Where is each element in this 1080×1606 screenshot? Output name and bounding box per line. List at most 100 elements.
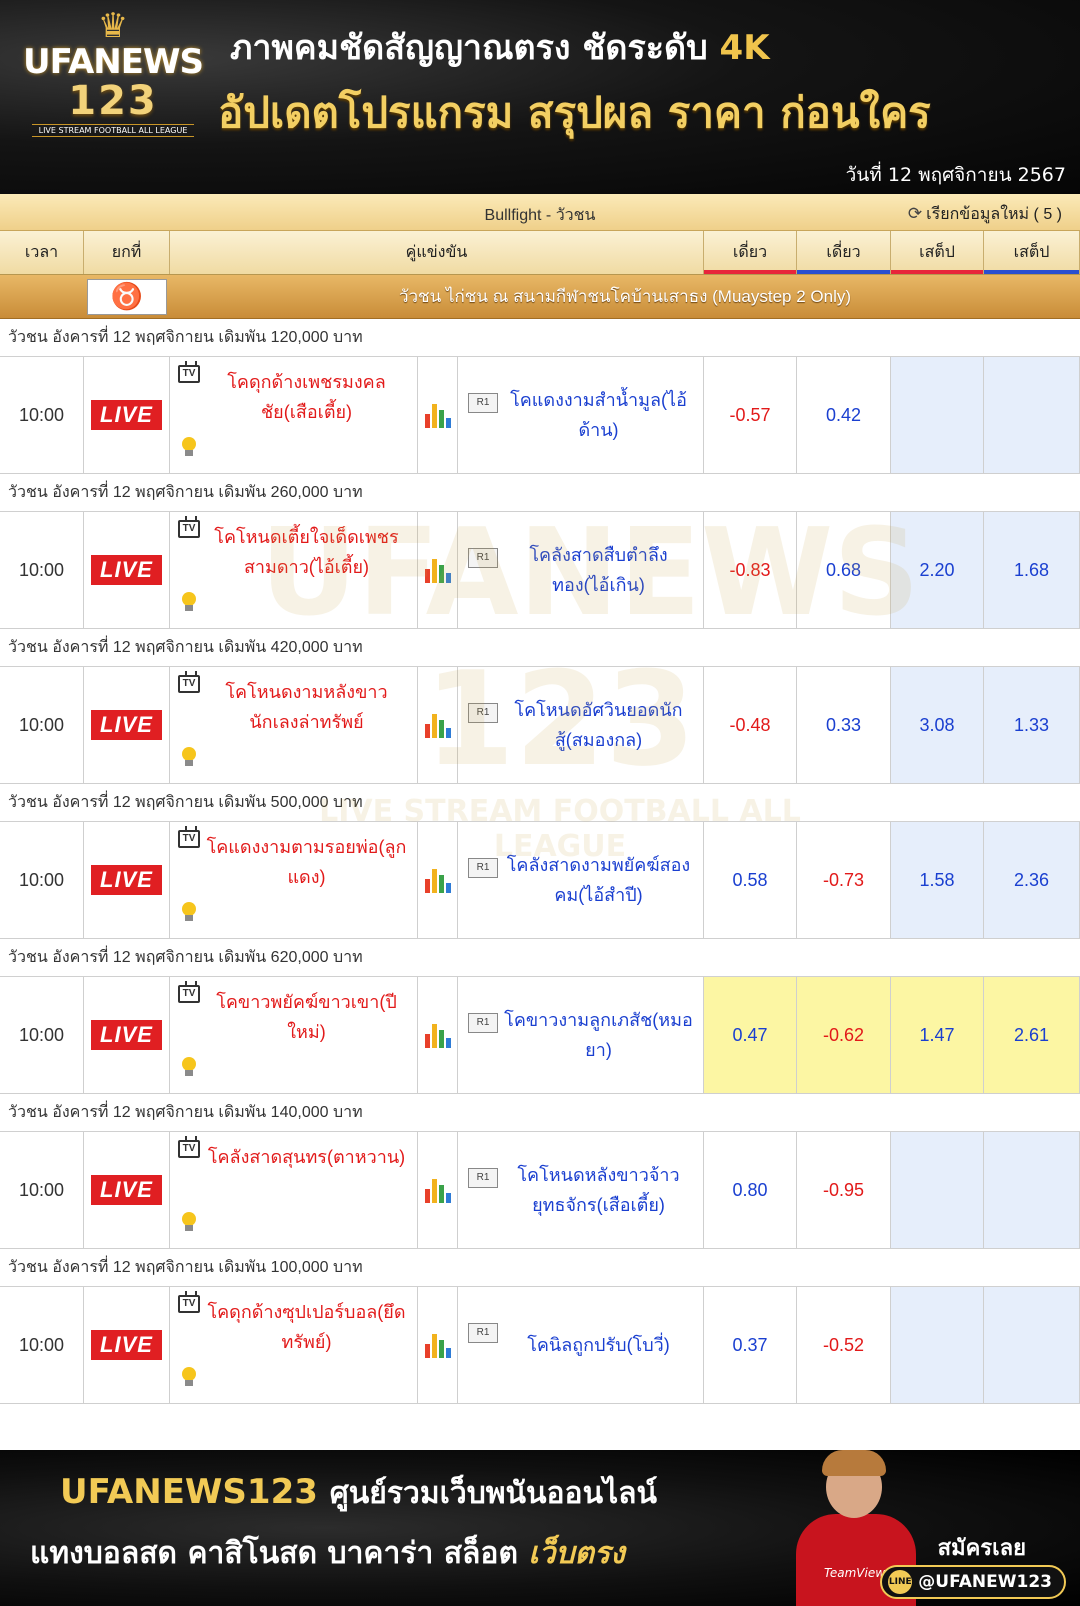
odd-step-1[interactable]: 1.47 — [891, 977, 984, 1093]
live-button[interactable]: LIVE — [91, 400, 162, 430]
stats-chart-icon[interactable] — [424, 712, 451, 738]
match-group-1: วัวชน อังคารที่ 12 พฤศจิกายน เดิมพัน 120… — [0, 319, 1080, 474]
odd-single-1[interactable]: 0.47 — [704, 977, 797, 1093]
line-contact-button[interactable]: LINE @UFANEW123 — [880, 1565, 1066, 1599]
odd-single-2[interactable]: 0.42 — [797, 357, 891, 473]
tv-icon[interactable]: TV — [178, 1291, 200, 1313]
tv-icon[interactable]: TV — [178, 671, 200, 693]
odd-single-1[interactable]: -0.83 — [704, 512, 797, 628]
live-button[interactable]: LIVE — [91, 1330, 162, 1360]
lightbulb-base — [185, 1070, 193, 1076]
odd-single-2[interactable]: 0.68 — [797, 512, 891, 628]
stats-chart-icon[interactable] — [424, 1332, 451, 1358]
stats-chart-icon[interactable] — [424, 1177, 451, 1203]
league-bar: Bullfight - วัวชน ⟳ เรียกข้อมูลใหม่ ( 5 ) — [0, 194, 1080, 231]
odd-single-2[interactable]: -0.73 — [797, 822, 891, 938]
stats-chart-icon[interactable] — [424, 557, 451, 583]
odd-single-2[interactable]: -0.52 — [797, 1287, 891, 1403]
away-team[interactable]: โคโหนดอัศวินยอดนักสู้(สมองกล) — [502, 667, 695, 783]
stats-chart-icon[interactable] — [424, 1022, 451, 1048]
odd-step-1[interactable]: 1.58 — [891, 822, 984, 938]
tv-icon[interactable]: TV — [178, 826, 200, 848]
lightbulb-icon[interactable] — [180, 592, 198, 614]
home-team[interactable]: โคดุกด้างเพชรมงคลชัย(เสือเตี้ย) — [206, 367, 407, 427]
stats-bar — [424, 1034, 430, 1048]
away-team[interactable]: โคขาวงามลูกเภสัช(หมอยา) — [502, 977, 695, 1093]
odd-step-1[interactable]: 3.08 — [891, 667, 984, 783]
tv-icon[interactable]: TV — [178, 1136, 200, 1158]
odd-single-1[interactable]: 0.80 — [704, 1132, 797, 1248]
stats-chart-icon[interactable] — [424, 867, 451, 893]
odd-step-1[interactable] — [891, 1132, 984, 1248]
odd-step-2[interactable] — [984, 1287, 1080, 1403]
bottom-banner: UFANEWS123 ศูนย์รวมเว็บพนันออนไลน์ แทงบอ… — [0, 1450, 1080, 1606]
odd-single-1[interactable]: 0.58 — [704, 822, 797, 938]
home-cell: TV โคลังสาดสุนทร(ตาหวาน) — [170, 1132, 418, 1248]
home-cell: TV โคแดงงามตามรอยพ่อ(ลูกแดง) — [170, 822, 418, 938]
stats-bar — [438, 565, 444, 583]
odd-single-1[interactable]: -0.57 — [704, 357, 797, 473]
live-button[interactable]: LIVE — [91, 1175, 162, 1205]
away-team[interactable]: โคนิลถูกปรับ(โบวี่) — [502, 1287, 695, 1403]
odd-step-2[interactable]: 1.33 — [984, 667, 1080, 783]
odd-step-2[interactable]: 2.36 — [984, 822, 1080, 938]
odd-step-2[interactable]: 2.61 — [984, 977, 1080, 1093]
match-row: 10:00 LIVE TV โคแดงงามตามรอยพ่อ(ลูกแดง) — [0, 822, 1080, 939]
lightbulb-icon[interactable] — [180, 902, 198, 924]
away-cell: R1 โคโหนดหลังขาวจ้าวยุทธจักร(เสือเตี้ย) — [458, 1132, 704, 1248]
column-odd-single-2: เดี่ยว — [797, 231, 891, 274]
away-team[interactable]: โคลังสาดสืบตำลึงทอง(ไอ้เกิน) — [502, 512, 695, 628]
odd-single-1[interactable]: 0.37 — [704, 1287, 797, 1403]
tv-icon[interactable]: TV — [178, 516, 200, 538]
live-cell: LIVE — [84, 1132, 170, 1248]
home-team[interactable]: โคลังสาดสุนทร(ตาหวาน) — [206, 1142, 407, 1172]
home-team[interactable]: โคขาวพยัคฆ์ขาวเขา(ปีใหม่) — [206, 987, 407, 1047]
stats-cell — [418, 357, 458, 473]
live-button[interactable]: LIVE — [91, 710, 162, 740]
odd-single-1[interactable]: -0.48 — [704, 667, 797, 783]
tv-icon[interactable]: TV — [178, 981, 200, 1003]
stats-bar — [431, 869, 437, 893]
lightbulb-icon[interactable] — [180, 1212, 198, 1234]
lightbulb-icon[interactable] — [180, 747, 198, 769]
live-button[interactable]: LIVE — [91, 1020, 162, 1050]
refresh-button[interactable]: ⟳ เรียกข้อมูลใหม่ ( 5 ) — [908, 202, 1062, 227]
column-header-row: เวลา ยกที่ คู่แข่งขัน เดี่ยว เดี่ยว เสต็… — [0, 231, 1080, 275]
stats-bar — [424, 724, 430, 738]
home-team[interactable]: โคโหนดเตี้ยใจเด็ดเพชรสามดาว(ไอ้เตี้ย) — [206, 522, 407, 582]
lightbulb-icon[interactable] — [180, 1057, 198, 1079]
home-team[interactable]: โคโหนดงามหลังขาวนักเลงล่าทรัพย์ — [206, 677, 407, 737]
tv-icon[interactable]: TV — [178, 361, 200, 383]
round-badge: R1 — [468, 548, 498, 568]
away-team[interactable]: โคแดงงามสำน้ำมูล(ไอ้ด้าน) — [502, 357, 695, 473]
group-title: วัวชน อังคารที่ 12 พฤศจิกายน เดิมพัน 140… — [0, 1094, 1080, 1132]
signup-label[interactable]: สมัครเลย — [938, 1530, 1026, 1565]
home-team[interactable]: โคดุกด้างซุปเปอร์บอล(ยึดทรัพย์) — [206, 1297, 407, 1357]
odd-single-2[interactable]: -0.62 — [797, 977, 891, 1093]
live-button[interactable]: LIVE — [91, 865, 162, 895]
column-round: ยกที่ — [84, 231, 170, 274]
footer-line-2: แทงบอลสด คาสิโนสด บาคาร่า สล็อต เว็บตรง — [30, 1530, 625, 1577]
odd-single-2[interactable]: -0.95 — [797, 1132, 891, 1248]
home-team[interactable]: โคแดงงามตามรอยพ่อ(ลูกแดง) — [206, 832, 407, 892]
live-button[interactable]: LIVE — [91, 555, 162, 585]
lightbulb-base — [185, 760, 193, 766]
stats-bar — [445, 728, 451, 738]
odd-step-1[interactable] — [891, 357, 984, 473]
odd-step-2[interactable] — [984, 357, 1080, 473]
live-cell: LIVE — [84, 1287, 170, 1403]
odd-step-2[interactable] — [984, 1132, 1080, 1248]
lightbulb-icon[interactable] — [180, 437, 198, 459]
odd-step-1[interactable]: 2.20 — [891, 512, 984, 628]
odd-step-1[interactable] — [891, 1287, 984, 1403]
away-team[interactable]: โคโหนดหลังขาวจ้าวยุทธจักร(เสือเตี้ย) — [502, 1132, 695, 1248]
lightbulb-icon[interactable] — [180, 1367, 198, 1389]
match-row: 10:00 LIVE TV โคขาวพยัคฆ์ขาวเขา(ปีใหม่) — [0, 977, 1080, 1094]
away-team[interactable]: โคลังสาดงามพยัคฆ์สองคม(ไอ้สำปี) — [502, 822, 695, 938]
home-cell: TV โคดุกด้างเพชรมงคลชัย(เสือเตี้ย) — [170, 357, 418, 473]
top-banner: ♛ UFANEWS 123 LIVE STREAM FOOTBALL ALL L… — [0, 0, 1080, 194]
odd-single-2[interactable]: 0.33 — [797, 667, 891, 783]
stats-chart-icon[interactable] — [424, 402, 451, 428]
odd-step-2[interactable]: 1.68 — [984, 512, 1080, 628]
lightbulb-glass — [182, 1367, 196, 1381]
